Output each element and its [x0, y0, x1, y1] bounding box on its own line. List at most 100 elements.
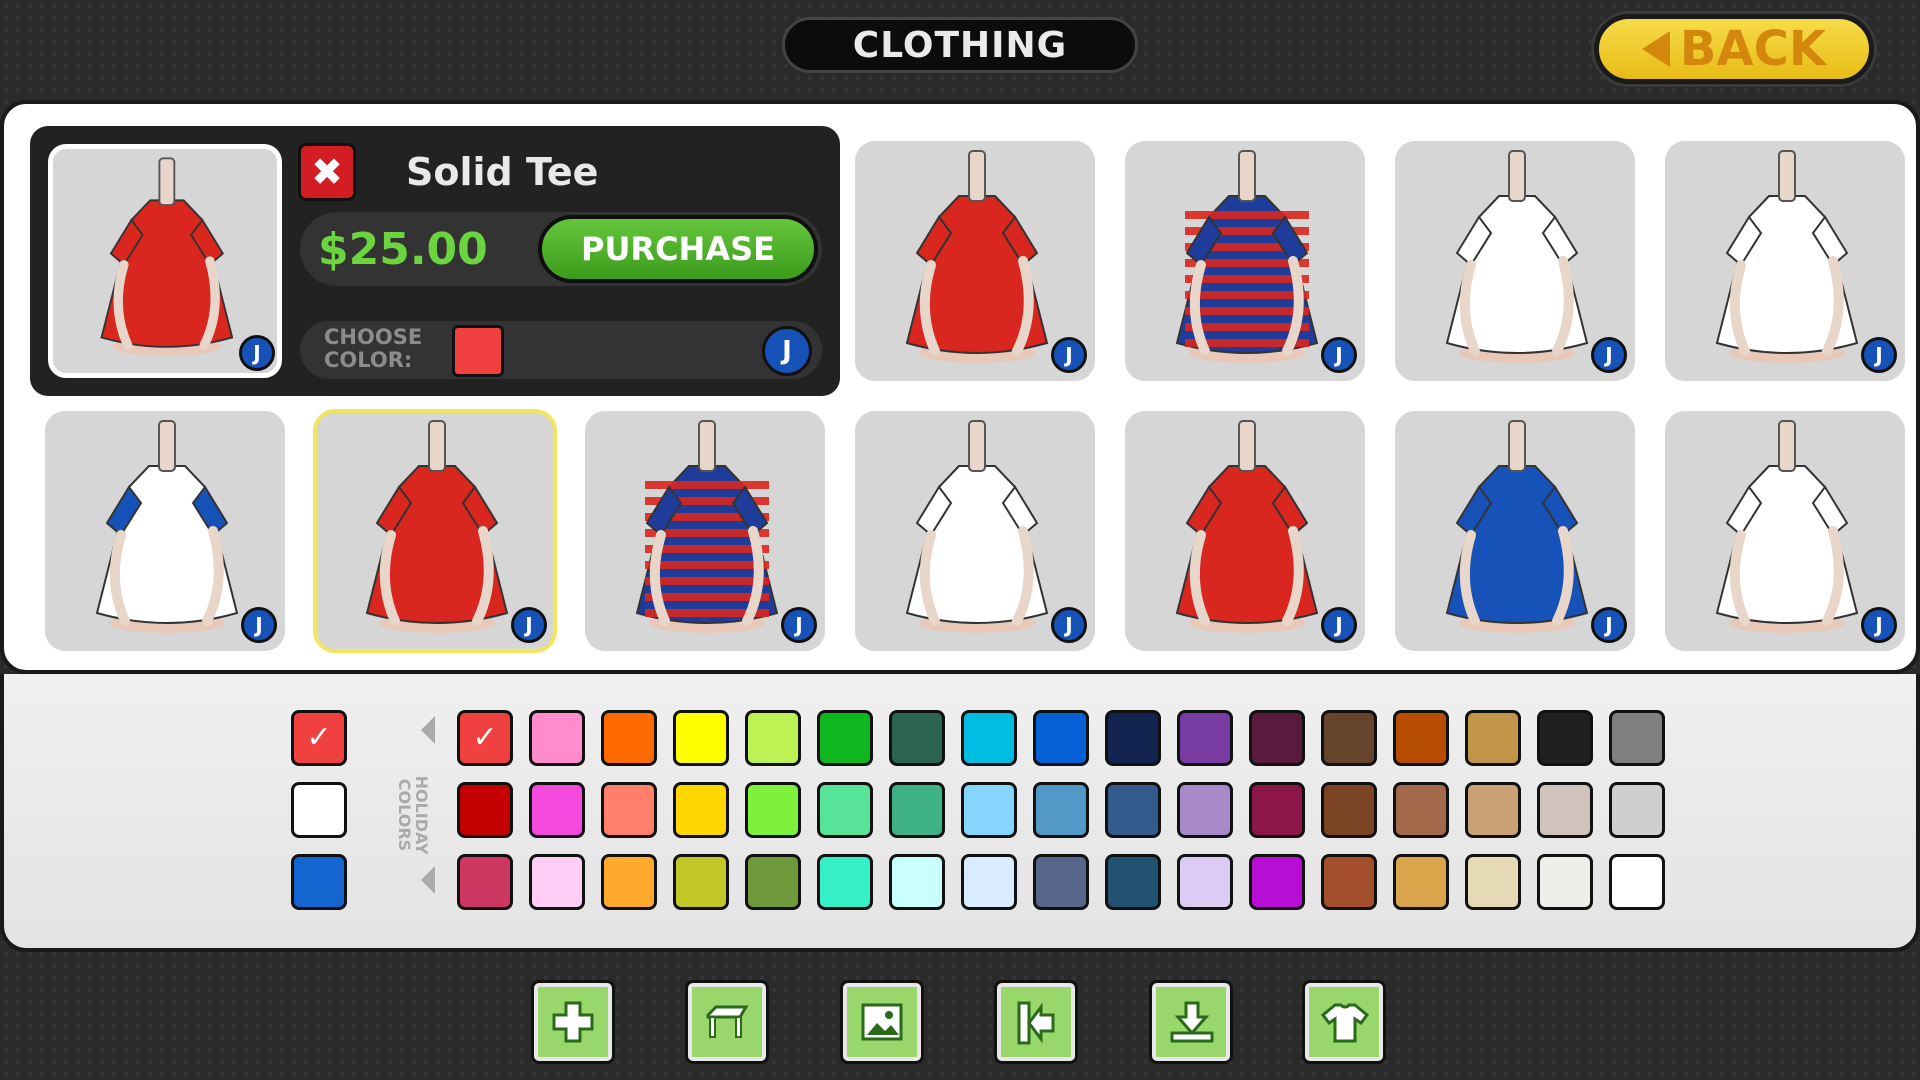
shirt-card[interactable]: J [1395, 141, 1635, 381]
palette-swatch[interactable] [1033, 854, 1089, 910]
palette-swatch[interactable] [1105, 710, 1161, 766]
choose-color-swatch[interactable] [452, 325, 504, 377]
choose-color-bar: CHOOSE COLOR: J [300, 321, 822, 379]
download-icon [1170, 1001, 1214, 1043]
palette-swatch[interactable] [673, 854, 729, 910]
palette-swatch[interactable] [529, 854, 585, 910]
shirt-card[interactable]: J [1125, 411, 1365, 651]
palette-swatch[interactable] [1105, 854, 1161, 910]
palette-swatch[interactable] [1177, 710, 1233, 766]
j-badge: J [1051, 607, 1087, 643]
palette-swatch[interactable] [1249, 854, 1305, 910]
selected-item-preview: J [48, 144, 282, 378]
palette-swatch[interactable]: ✓ [457, 710, 513, 766]
shirt-card[interactable]: J [45, 411, 285, 651]
back-label: BACK [1679, 21, 1827, 77]
custom-color-slot[interactable] [291, 854, 347, 910]
j-badge: J [1861, 337, 1897, 373]
palette-swatch[interactable] [1177, 854, 1233, 910]
arrow-down-icon [421, 866, 435, 894]
clothing-button[interactable] [1305, 983, 1383, 1061]
palette-swatch[interactable] [1249, 782, 1305, 838]
purchase-button[interactable]: PURCHASE [538, 215, 818, 283]
save-button[interactable] [1152, 983, 1230, 1061]
back-button[interactable]: BACK [1594, 14, 1874, 84]
palette-swatch[interactable] [1609, 710, 1665, 766]
custom-color-slot[interactable]: ✓ [291, 710, 347, 766]
check-icon: ✓ [306, 720, 332, 755]
shirt-card[interactable]: J [855, 141, 1095, 381]
palette-swatch[interactable] [1249, 710, 1305, 766]
palette-swatch[interactable] [889, 710, 945, 766]
palette-swatch[interactable] [457, 782, 513, 838]
palette-swatch[interactable] [961, 782, 1017, 838]
palette-swatch[interactable] [1393, 710, 1449, 766]
close-icon: ✖ [311, 150, 343, 194]
palette-swatch[interactable] [1465, 854, 1521, 910]
item-detail-panel: J ✖ Solid Tee $25.00 PURCHASE CHOOSE COL… [30, 126, 840, 396]
palette-swatch[interactable] [889, 782, 945, 838]
arrow-up-icon [421, 716, 435, 744]
palette-swatch[interactable] [529, 782, 585, 838]
palette-swatch[interactable] [889, 854, 945, 910]
shirt-card[interactable]: J [313, 409, 557, 653]
palette-swatch[interactable] [673, 710, 729, 766]
j-badge: J [1861, 607, 1897, 643]
palette-swatch[interactable] [817, 854, 873, 910]
palette-swatch[interactable] [529, 710, 585, 766]
palette-swatch[interactable] [601, 854, 657, 910]
exit-button[interactable] [997, 983, 1075, 1061]
palette-swatch[interactable] [601, 782, 657, 838]
palette-swatch[interactable] [961, 710, 1017, 766]
palette-swatch[interactable] [1033, 782, 1089, 838]
page-title: CLOTHING [782, 17, 1138, 73]
palette-swatch[interactable] [1609, 782, 1665, 838]
price-bar: $25.00 PURCHASE [300, 212, 822, 286]
palette-swatch[interactable] [601, 710, 657, 766]
palette-swatch[interactable] [1465, 710, 1521, 766]
shirt-card[interactable]: J [855, 411, 1095, 651]
shirt-icon [1320, 1003, 1370, 1043]
palette-swatch[interactable] [1177, 782, 1233, 838]
palette-swatch[interactable] [745, 854, 801, 910]
palette-swatch[interactable] [1537, 854, 1593, 910]
palette-swatch[interactable] [1609, 854, 1665, 910]
palette-swatch[interactable] [1393, 854, 1449, 910]
palette-swatch[interactable] [1321, 710, 1377, 766]
palette-swatch[interactable] [745, 710, 801, 766]
palette-swatch[interactable] [745, 782, 801, 838]
table-icon [706, 1005, 749, 1038]
palette-swatch[interactable] [817, 710, 873, 766]
picture-icon [861, 1003, 903, 1041]
j-badge: J [1321, 607, 1357, 643]
add-button[interactable] [534, 983, 612, 1061]
palette-swatch[interactable] [1537, 710, 1593, 766]
holiday-colors-toggle[interactable]: HOLIDAY COLORS [388, 716, 438, 906]
shirt-card[interactable]: J [1125, 141, 1365, 381]
palette-swatch[interactable] [1393, 782, 1449, 838]
palette-swatch[interactable] [1321, 854, 1377, 910]
choose-color-label: CHOOSE COLOR: [324, 325, 423, 372]
j-badge: J [1051, 337, 1087, 373]
back-arrow-icon [1641, 31, 1670, 67]
palette-swatch[interactable] [1033, 710, 1089, 766]
palette-swatch[interactable] [1321, 782, 1377, 838]
custom-color-slot[interactable] [291, 782, 347, 838]
palette-swatch[interactable] [817, 782, 873, 838]
close-button[interactable]: ✖ [298, 143, 356, 201]
holiday-colors-label: HOLIDAY COLORS [395, 775, 431, 855]
shirt-card[interactable]: J [1665, 411, 1905, 651]
palette-swatch[interactable] [1465, 782, 1521, 838]
palette-swatch[interactable] [457, 854, 513, 910]
shirt-card[interactable]: J [1395, 411, 1635, 651]
palette-swatch[interactable] [961, 854, 1017, 910]
shirt-card[interactable]: J [1665, 141, 1905, 381]
palette-swatch[interactable] [673, 782, 729, 838]
item-price: $25.00 [318, 224, 488, 275]
palette-swatch[interactable] [1105, 782, 1161, 838]
shirt-card[interactable]: J [585, 411, 825, 651]
background-button[interactable] [843, 983, 921, 1061]
j-badge: J [239, 335, 275, 371]
palette-swatch[interactable] [1537, 782, 1593, 838]
table-button[interactable] [688, 983, 766, 1061]
